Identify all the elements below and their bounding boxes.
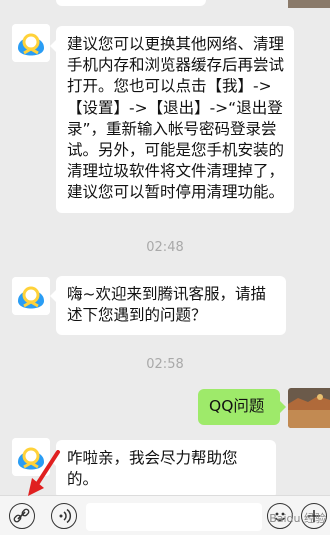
service-avatar[interactable] [12,438,50,476]
service-avatar[interactable] [12,24,50,62]
user-photo-icon [288,388,330,428]
user-avatar[interactable] [288,388,330,428]
link-button[interactable] [9,503,35,529]
link-icon [13,508,30,523]
qq-service-icon [12,438,50,476]
message-bubble-user: QQ问题 [198,389,286,425]
message-bubble-1: 建议您可以更换其他网络、清理手机内存和浏览器缓存后再尝试打开。您也可以点击【我】… [50,26,294,213]
chat-area: 建议您可以更换其他网络、清理手机内存和浏览器缓存后再尝试打开。您也可以点击【我】… [0,0,330,500]
voice-button[interactable] [51,503,77,529]
message-bubble-4: 咋啦亲，我会尽力帮助您的。 [50,440,276,500]
qq-service-icon [12,24,50,62]
service-avatar[interactable] [12,277,50,315]
voice-icon [59,508,72,524]
cropped-bubble [56,0,206,6]
watermark: Baidu 经验 [269,512,326,525]
timestamp-2: 02:58 [146,357,184,372]
message-input[interactable] [86,503,262,531]
qq-service-icon [12,277,50,315]
timestamp-1: 02:48 [146,240,184,255]
user-avatar-cropped [288,0,330,8]
message-bubble-2: 嗨~欢迎来到腾讯客服，请描述下您遇到的问题？ [50,276,286,336]
